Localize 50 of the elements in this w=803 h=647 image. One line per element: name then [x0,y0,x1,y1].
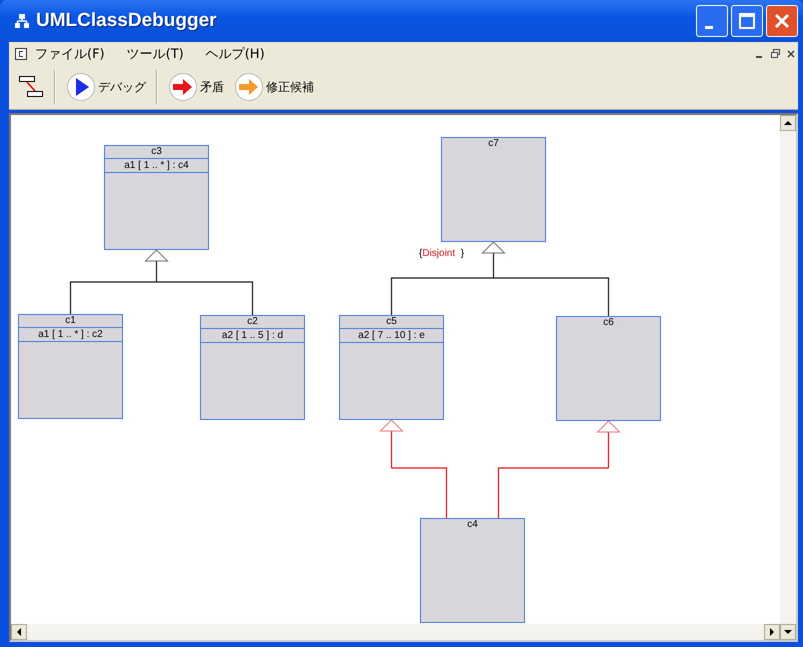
minimize-icon [705,26,713,28]
scroll-down-button[interactable] [780,624,796,640]
class-box[interactable]: c2 a2 [ 1 .. 5 ] : d [200,315,305,420]
down-arrow-icon [784,629,792,635]
minimize-button[interactable] [696,5,728,37]
vertical-scrollbar[interactable] [780,115,796,640]
class-box[interactable]: c5 a2 [ 7 .. 10 ] : e [339,315,444,420]
class-box[interactable]: c4 [420,518,525,623]
menu-item[interactable]: ファイル(F) [35,44,105,62]
app-icon [14,13,30,29]
maximize-button[interactable] [731,5,763,37]
class-name: c3 [105,146,208,159]
left-arrow-icon [16,628,22,636]
document-icon[interactable] [15,48,27,60]
class-box[interactable]: c6 [556,316,661,421]
class-attribute: a1 [ 1 .. * ] : c4 [105,159,208,173]
restore-button[interactable] [768,46,782,60]
layout-icon [18,74,44,100]
maximize-icon [738,12,756,30]
scroll-up-button[interactable] [780,115,796,131]
class-attribute: a2 [ 1 .. 5 ] : d [201,329,304,343]
class-box[interactable]: c1 a1 [ 1 .. * ] : c2 [18,314,123,419]
play-icon [66,72,96,102]
class-name: c1 [19,315,122,328]
menu-item[interactable]: ヘルプ(H) [206,44,265,62]
class-name: c5 [340,316,443,329]
class-name: c6 [602,317,615,329]
close-icon [787,50,795,58]
scroll-right-button[interactable] [764,624,780,640]
class-name: c2 [201,316,304,329]
right-arrow-icon [769,628,775,636]
class-attribute: a2 [ 7 .. 10 ] : e [340,329,443,343]
close-icon [773,12,791,30]
horizontal-scrollbar[interactable] [11,624,780,640]
minimize-icon [756,56,762,58]
menu-item[interactable]: ツール(T) [126,44,184,62]
window-title: UMLClassDebugger [36,10,218,32]
class-box[interactable]: c7 [441,137,546,242]
up-arrow-icon [784,120,792,126]
scroll-left-button[interactable] [11,624,27,640]
class-name: c7 [487,138,500,150]
conflict-button[interactable]: 矛盾 [165,70,227,104]
debug-button[interactable]: デバッグ [63,70,149,104]
constraint-label: {Disjoint } [419,248,464,259]
fix-button[interactable]: 修正候補 [231,70,317,104]
class-box[interactable]: c3 a1 [ 1 .. * ] : c4 [104,145,209,250]
close-button[interactable] [766,5,798,37]
restore-icon [770,49,780,58]
class-name: c4 [466,519,479,531]
class-attribute: a1 [ 1 .. * ] : c2 [19,328,122,342]
